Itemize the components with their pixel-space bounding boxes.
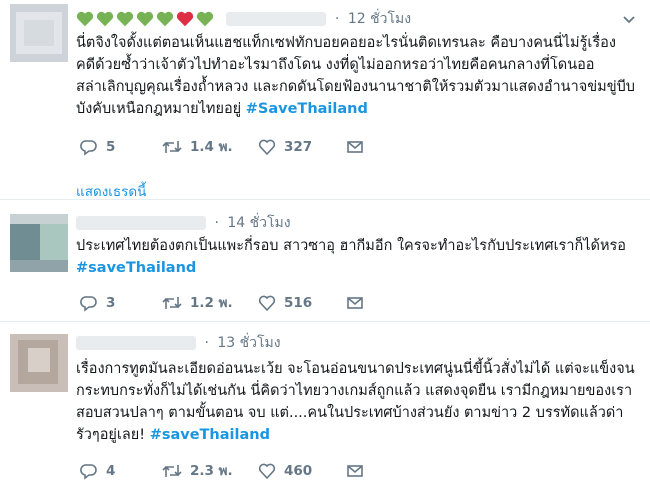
tweet-text-line: คดีด้วยซ้ำว่าเจ้าตัวไปทำอะไรมาถึงโดน งงท… bbox=[76, 57, 595, 73]
direct-message-icon bbox=[347, 465, 363, 477]
tweet-header: · 12 ชั่วโมง bbox=[76, 8, 636, 30]
tweet-actions: 5 1.4 พ. 327 bbox=[76, 136, 376, 158]
tweet-text-line: บังคับเหนือกฎหมายไทยอยู่ #SaveThailand bbox=[76, 101, 368, 117]
tweet-actions: 3 1.2 พ. 516 bbox=[76, 292, 376, 314]
retweet-button[interactable]: 2.3 พ. bbox=[162, 460, 233, 482]
reply-count: 4 bbox=[106, 463, 116, 479]
green-heart-icon bbox=[156, 11, 174, 27]
like-count: 460 bbox=[284, 463, 313, 479]
heart-icon bbox=[258, 295, 276, 312]
direct-message-icon bbox=[347, 297, 363, 309]
tweet-text-line: ประเทศไทยต้องตกเป็นแพะกี่รอบ สาวซาอุ ฮาก… bbox=[76, 238, 627, 254]
like-button[interactable]: 327 bbox=[258, 136, 312, 158]
chevron-down-icon[interactable] bbox=[622, 12, 636, 26]
retweet-count: 1.2 พ. bbox=[190, 295, 233, 311]
tweet-text: นี่ตจิงใจดั้งแต่ตอนเห็นแฮชแท็กเซฟทักบอยค… bbox=[76, 32, 636, 120]
reply-button[interactable]: 3 bbox=[80, 292, 115, 314]
retweet-count: 1.4 พ. bbox=[190, 139, 233, 155]
green-heart-icon bbox=[196, 11, 214, 27]
reply-button[interactable]: 4 bbox=[80, 460, 115, 482]
like-count: 327 bbox=[284, 139, 313, 155]
username-redacted[interactable] bbox=[226, 12, 327, 26]
tweet-text-line: #saveThailand bbox=[76, 257, 636, 279]
separator-dot: · bbox=[214, 215, 219, 231]
tweet-text-line: สอบสวนปลาๆ ตามขั้นตอน จบ แต่....คนในประเ… bbox=[76, 405, 624, 421]
hashtag-link[interactable]: #SaveThailand bbox=[246, 101, 368, 117]
like-button[interactable]: 516 bbox=[258, 292, 312, 314]
direct-message-button[interactable] bbox=[346, 292, 364, 314]
heart-icon bbox=[258, 139, 276, 156]
tweet-time[interactable]: 13 ชั่วโมง bbox=[217, 335, 280, 351]
retweet-button[interactable]: 1.4 พ. bbox=[162, 136, 233, 158]
tweet-text-line: รัวๆอยู่เลย! #saveThailand bbox=[76, 427, 270, 443]
retweet-icon bbox=[162, 297, 182, 309]
hashtag-link[interactable]: #saveThailand bbox=[76, 260, 196, 276]
tweet-time[interactable]: 12 ชั่วโมง bbox=[348, 11, 411, 27]
reply-icon bbox=[80, 296, 97, 312]
green-heart-icon bbox=[96, 11, 114, 27]
reply-icon bbox=[80, 140, 97, 156]
tweet[interactable]: · 12 ชั่วโมง นี่ตจิงใจดั้งแต่ตอนเห็นแฮชแ… bbox=[0, 0, 650, 200]
reply-icon bbox=[80, 464, 97, 480]
separator-dot: · bbox=[204, 335, 209, 351]
like-button[interactable]: 460 bbox=[258, 460, 312, 482]
tweet-actions: 4 2.3 พ. 460 bbox=[76, 460, 376, 482]
username-redacted[interactable] bbox=[76, 216, 206, 230]
avatar[interactable] bbox=[10, 334, 68, 392]
green-heart-icon bbox=[136, 11, 154, 27]
tweet-text: ประเทศไทยต้องตกเป็นแพะกี่รอบ สาวซาอุ ฮาก… bbox=[76, 235, 636, 279]
direct-message-button[interactable] bbox=[346, 136, 364, 158]
green-heart-icon bbox=[116, 11, 134, 27]
red-heart-icon bbox=[176, 11, 194, 27]
tweet-header: · 13 ชั่วโมง bbox=[76, 332, 636, 354]
reply-button[interactable]: 5 bbox=[80, 136, 115, 158]
display-name-emoji bbox=[76, 8, 216, 30]
tweet[interactable]: · 13 ชั่วโมง เรื่องการทูตมันละเอียดอ่อนน… bbox=[0, 322, 650, 488]
direct-message-button[interactable] bbox=[346, 460, 364, 482]
tweet-header: · 14 ชั่วโมง bbox=[76, 212, 636, 234]
avatar[interactable] bbox=[10, 214, 68, 272]
tweet-text-line: สล่าเลิกบุญคุณเรื่องถ้ำหลวง และกดดันโดยฟ… bbox=[76, 79, 636, 95]
retweet-icon bbox=[162, 141, 182, 153]
tweet-text: เรื่องการทูตมันละเอียดอ่อนนะเว้ย จะโอนอ่… bbox=[76, 358, 636, 446]
retweet-button[interactable]: 1.2 พ. bbox=[162, 292, 233, 314]
heart-icon bbox=[258, 463, 276, 480]
retweet-count: 2.3 พ. bbox=[190, 463, 233, 479]
reply-count: 5 bbox=[106, 139, 116, 155]
tweet-time[interactable]: 14 ชั่วโมง bbox=[227, 215, 290, 231]
avatar[interactable] bbox=[10, 4, 68, 62]
retweet-icon bbox=[162, 465, 182, 477]
tweet-text-line: กระทบกระทั่งก็ไม่ได้เช่นกัน นี่คิดว่าไทย… bbox=[76, 383, 633, 399]
username-redacted[interactable] bbox=[76, 336, 196, 350]
show-thread-link[interactable]: แสดงเธรดนี้ bbox=[76, 180, 146, 202]
direct-message-icon bbox=[347, 141, 363, 153]
hashtag-link[interactable]: #saveThailand bbox=[150, 427, 270, 443]
like-count: 516 bbox=[284, 295, 313, 311]
tweet-text-line: นี่ตจิงใจดั้งแต่ตอนเห็นแฮชแท็กเซฟทักบอยค… bbox=[76, 35, 616, 51]
tweet[interactable]: · 14 ชั่วโมง ประเทศไทยต้องตกเป็นแพะกี่รอ… bbox=[0, 200, 650, 322]
tweet-text-line: เรื่องการทูตมันละเอียดอ่อนนะเว้ย จะโอนอ่… bbox=[76, 361, 635, 377]
reply-count: 3 bbox=[106, 295, 116, 311]
green-heart-icon bbox=[76, 11, 94, 27]
separator-dot: · bbox=[334, 11, 340, 27]
